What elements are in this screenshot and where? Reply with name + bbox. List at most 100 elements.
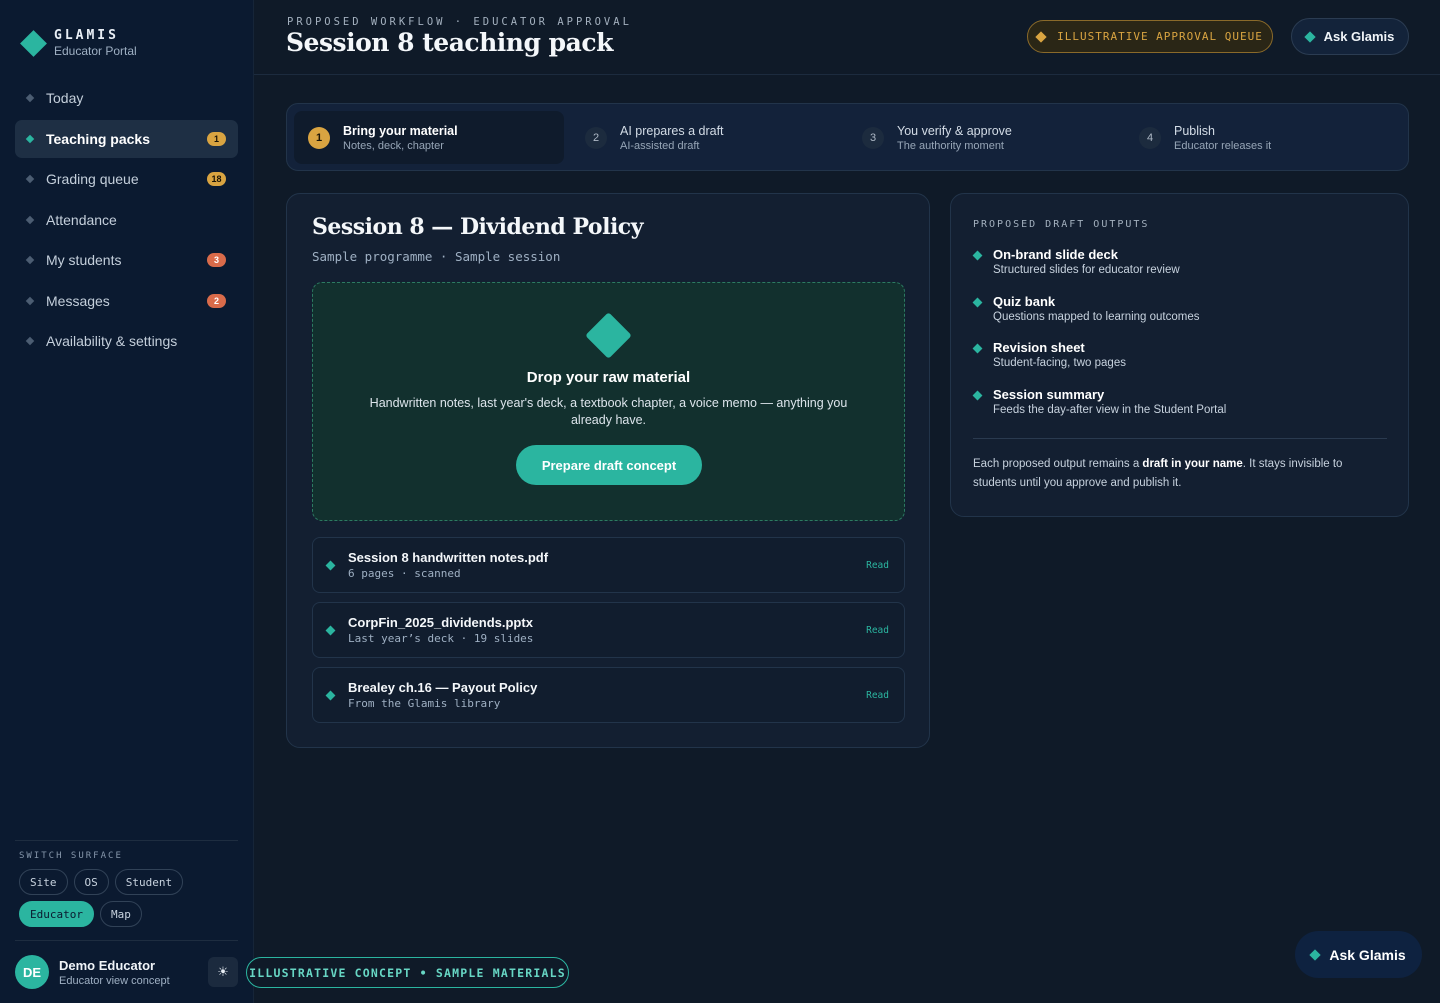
file-row[interactable]: Brealey ch.16 — Payout Policy From the G…	[312, 667, 905, 723]
sidebar-item-today[interactable]: Today	[15, 79, 238, 117]
session-card: Session 8 — Dividend Policy Sample progr…	[286, 193, 930, 748]
sidebar-item-grading-queue[interactable]: Grading queue 18	[15, 160, 238, 198]
session-title: Session 8 — Dividend Policy	[312, 214, 643, 240]
step-number: 3	[862, 126, 884, 149]
glamis-logo-icon	[20, 29, 47, 57]
note-emphasis: draft in your name	[1142, 458, 1243, 470]
diamond-bullet-icon	[25, 174, 35, 184]
switch-surface-title: SWITCH SURFACE	[19, 851, 123, 861]
sidebar-item-availability-settings[interactable]: Availability & settings	[15, 322, 238, 360]
diamond-icon	[1309, 948, 1322, 961]
session-subtitle: Sample programme · Sample session	[312, 249, 561, 264]
sidebar-item-label: Teaching packs	[46, 130, 151, 147]
file-diamond-icon	[325, 560, 336, 570]
ask-glamis-label: Ask Glamis	[1323, 29, 1395, 44]
file-diamond-icon	[325, 690, 336, 700]
file-meta: From the Glamis library	[348, 697, 501, 710]
surface-chip-site[interactable]: Site	[19, 869, 68, 895]
step-title: AI prepares a draft	[620, 123, 724, 138]
file-name: CorpFin_2025_dividends.pptx	[348, 615, 533, 630]
page-header: PROPOSED WORKFLOW · EDUCATOR APPROVAL Se…	[254, 0, 1440, 75]
workflow-stepper: 1 Bring your material Notes, deck, chapt…	[286, 103, 1409, 171]
sidebar-item-label: Attendance	[46, 211, 117, 228]
diamond-bullet-icon	[972, 297, 983, 307]
diamond-icon	[1303, 30, 1316, 43]
user-profile: DE Demo Educator Educator view concept ☀	[15, 940, 238, 989]
diamond-bullet-icon	[972, 250, 983, 261]
step-bring-material[interactable]: 1 Bring your material Notes, deck, chapt…	[294, 111, 564, 164]
diamond-bullet-icon	[25, 336, 35, 346]
surface-chip-educator[interactable]: Educator	[19, 901, 94, 927]
outputs-eyebrow: PROPOSED DRAFT OUTPUTS	[973, 219, 1150, 230]
prepare-draft-button[interactable]: Prepare draft concept	[516, 445, 702, 485]
note-text: Each proposed output remains a	[973, 458, 1143, 470]
count-badge: 3	[207, 253, 226, 267]
diamond-bullet-icon	[25, 255, 35, 265]
user-name: Demo Educator	[59, 957, 156, 973]
brand-name: GLAMIS	[54, 28, 119, 43]
diamond-bullet-icon	[972, 343, 983, 354]
output-title: On-brand slide deck	[993, 247, 1118, 262]
illustrative-concept-badge: ILLUSTRATIVE CONCEPT • SAMPLE MATERIALS	[246, 957, 569, 988]
header-eyebrow: PROPOSED WORKFLOW · EDUCATOR APPROVAL	[287, 16, 632, 28]
file-read-status[interactable]: Read	[866, 560, 889, 571]
file-name: Session 8 handwritten notes.pdf	[348, 550, 549, 565]
surface-chip-map[interactable]: Map	[99, 901, 142, 927]
step-title: Bring your material	[343, 123, 458, 138]
step-number: 1	[308, 126, 330, 149]
dropzone-description: Handwritten notes, last year's deck, a t…	[369, 396, 848, 427]
brand-subtitle: Educator Portal	[54, 44, 137, 58]
file-read-status[interactable]: Read	[866, 690, 889, 701]
list-item: On-brand slide deck Structured slides fo…	[972, 247, 1387, 294]
diamond-bullet-icon	[972, 390, 983, 400]
outputs-note: Each proposed output remains a draft in …	[973, 455, 1387, 493]
step-publish[interactable]: 4 Publish Educator releases it	[1125, 111, 1395, 164]
approval-queue-label: ILLUSTRATIVE APPROVAL QUEUE	[1057, 30, 1263, 43]
outputs-list: On-brand slide deck Structured slides fo…	[972, 247, 1387, 433]
surface-chip-os[interactable]: OS	[73, 869, 109, 895]
count-badge: 18	[207, 172, 226, 186]
diamond-bullet-icon	[25, 93, 35, 103]
file-row[interactable]: CorpFin_2025_dividends.pptx Last year’s …	[312, 602, 905, 658]
ask-glamis-floating-button[interactable]: Ask Glamis	[1295, 931, 1422, 978]
file-diamond-icon	[325, 625, 336, 635]
step-subtitle: The authority moment	[897, 139, 1004, 152]
draft-outputs-card: PROPOSED DRAFT OUTPUTS On-brand slide de…	[950, 193, 1409, 517]
material-dropzone[interactable]: Drop your raw material Handwritten notes…	[312, 282, 905, 521]
step-ai-draft[interactable]: 2 AI prepares a draft AI-assisted draft	[571, 111, 841, 164]
ask-glamis-button[interactable]: Ask Glamis	[1291, 18, 1409, 55]
diamond-bullet-icon	[25, 296, 35, 305]
file-read-status[interactable]: Read	[866, 625, 889, 636]
list-item: Quiz bank Questions mapped to learning o…	[972, 293, 1387, 341]
sidebar-item-teaching-packs[interactable]: Teaching packs 1	[15, 119, 238, 158]
step-verify-approve[interactable]: 3 You verify & approve The authority mom…	[848, 111, 1118, 164]
file-row[interactable]: Session 8 handwritten notes.pdf 6 pages …	[312, 537, 905, 593]
sidebar: GLAMIS Educator Portal Today Teaching pa…	[0, 0, 254, 1003]
sidebar-item-label: Grading queue	[46, 171, 139, 187]
output-description: Questions mapped to learning outcomes	[993, 310, 1200, 323]
sidebar-item-my-students[interactable]: My students 3	[15, 241, 238, 279]
count-badge: 2	[207, 293, 226, 308]
sidebar-nav: Today Teaching packs 1 Grading queue 18 …	[15, 79, 238, 363]
output-description: Structured slides for educator review	[993, 264, 1180, 276]
avatar[interactable]: DE	[15, 955, 49, 989]
step-subtitle: Educator releases it	[1174, 139, 1272, 152]
output-title: Quiz bank	[993, 293, 1056, 309]
brand[interactable]: GLAMIS Educator Portal	[20, 28, 137, 58]
dropzone-title: Drop your raw material	[526, 369, 691, 386]
divider	[973, 438, 1387, 439]
step-title: Publish	[1174, 123, 1215, 138]
user-role: Educator view concept	[59, 974, 170, 987]
theme-toggle-sun-icon[interactable]: ☀	[208, 957, 238, 987]
sidebar-item-label: Today	[46, 90, 84, 106]
sidebar-item-messages[interactable]: Messages 2	[15, 282, 238, 320]
surface-chip-student[interactable]: Student	[114, 869, 184, 895]
switch-surface: SWITCH SURFACE Site OS Student Educator …	[15, 840, 238, 927]
step-title: You verify & approve	[897, 123, 1012, 138]
output-title: Session summary	[993, 386, 1105, 402]
sidebar-item-attendance[interactable]: Attendance	[15, 201, 238, 239]
approval-queue-pill[interactable]: ILLUSTRATIVE APPROVAL QUEUE	[1027, 20, 1273, 53]
step-number: 4	[1139, 126, 1161, 149]
surface-chips: Site OS Student Educator Map	[19, 869, 209, 927]
page-title: Session 8 teaching pack	[286, 28, 613, 57]
